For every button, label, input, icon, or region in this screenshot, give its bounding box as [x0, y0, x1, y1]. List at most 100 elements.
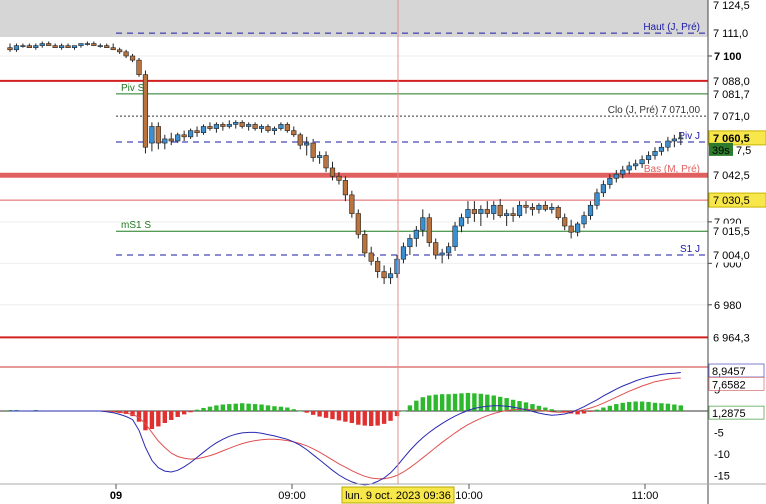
price-axis-label: 6 980	[714, 300, 742, 312]
candle-body	[71, 45, 78, 48]
macd-histogram-bar	[627, 401, 632, 411]
candle-body	[497, 204, 503, 216]
candle-body	[284, 124, 290, 131]
candle-body	[142, 74, 149, 148]
macd-histogram-bar	[265, 405, 271, 411]
macd-histogram-bar	[407, 405, 413, 411]
price-tag-value: 7 042,5	[713, 170, 750, 182]
candle-body	[149, 126, 155, 144]
macd-histogram-bar	[143, 410, 148, 431]
price-tag: 7 015,5	[708, 223, 766, 239]
macd-histogram-bar	[246, 403, 251, 411]
macd-histogram-bar	[175, 410, 180, 417]
reference-line-label: Piv J	[678, 131, 700, 142]
candle-body	[458, 217, 465, 227]
candle-body	[433, 242, 439, 256]
macd-histogram-bar	[381, 410, 387, 424]
candle-body	[316, 155, 323, 158]
macd-histogram-bar	[201, 407, 206, 411]
time-axis-label: 09	[110, 490, 122, 502]
macd-histogram-bar	[343, 410, 348, 422]
price-tag-value: 7 015,5	[713, 226, 750, 238]
macd-histogram-bar	[401, 410, 406, 412]
macd-histogram-bar	[620, 402, 625, 411]
candle-body	[523, 204, 529, 208]
macd-histogram-bar	[304, 410, 309, 413]
candle-body	[175, 134, 181, 142]
macd-histogram-bar	[336, 410, 342, 421]
candle-body	[620, 169, 626, 175]
macd-histogram-bar	[394, 410, 400, 417]
macd-axis-label: -10	[714, 449, 730, 461]
macd-histogram-bar	[375, 410, 380, 426]
candle-body	[613, 173, 619, 179]
candle-body	[20, 45, 26, 47]
candle-body	[658, 146, 665, 152]
candle-body	[349, 194, 355, 214]
macd-histogram-bar	[214, 405, 219, 411]
candle-body	[671, 138, 677, 142]
macd-histogram-bar	[556, 410, 561, 412]
price-tag: 7 124,5	[708, 0, 766, 13]
candle-body	[542, 204, 548, 210]
price-chart[interactable]: Haut (J, Pré) Piv S Clo (J, Pré) 7 071,00 P…	[0, 0, 766, 504]
candle-body	[33, 45, 39, 48]
candle-body	[246, 124, 252, 127]
time-axis-label: 09:00	[278, 490, 306, 502]
macd-histogram-bar	[652, 402, 658, 411]
crosshair-time-label: lun. 9 oct. 2023 09:36	[345, 490, 451, 502]
macd-histogram-bar	[233, 403, 238, 411]
reference-line-label: Clo (J, Pré) 7 071,00	[608, 105, 701, 116]
candle-body	[7, 47, 13, 51]
candle-body	[549, 207, 555, 210]
candle-body	[58, 45, 65, 48]
macd-axis-label: -5	[714, 427, 724, 439]
macd-histogram-bar	[465, 392, 471, 411]
candle-body	[407, 238, 413, 248]
macd-histogram-bar	[659, 403, 664, 411]
macd-histogram-bar	[227, 404, 232, 411]
price-tag-value: 7 088,0	[713, 76, 750, 88]
prior-day-shaded-zone	[0, 0, 708, 37]
candle-body	[239, 122, 245, 127]
candle-body	[639, 159, 645, 165]
candle-body	[368, 252, 374, 262]
macd-histogram-bar	[259, 404, 264, 411]
macd-histogram-bar	[323, 410, 329, 418]
candle-body	[97, 45, 103, 47]
candle-body	[304, 142, 310, 146]
candle-body	[387, 273, 394, 279]
macd-histogram-bar	[298, 410, 303, 412]
countdown-text: 39s	[712, 145, 730, 157]
candle-body	[39, 43, 45, 46]
price-tag-value: 7 071,0	[713, 111, 750, 123]
candle-body	[226, 124, 232, 127]
macd-histogram-bar	[291, 409, 296, 411]
candle-body	[323, 155, 329, 169]
macd-histogram-bar	[478, 393, 484, 411]
candle-body	[278, 124, 284, 129]
candle-body	[336, 175, 342, 181]
macd-histogram-bar	[633, 401, 638, 411]
price-tag-value: 6 964,3	[713, 332, 750, 344]
candle-body	[587, 204, 594, 216]
macd-histogram-bar	[594, 409, 600, 411]
price-tag: 7 030,5	[708, 192, 766, 208]
macd-histogram-bar	[614, 404, 619, 411]
macd-histogram-bar	[349, 410, 355, 423]
price-tag: 7 088,0	[708, 73, 766, 89]
macd-histogram-bar	[278, 406, 284, 411]
candle-body	[452, 225, 458, 248]
macd-histogram-bar	[317, 410, 322, 417]
candle-body	[194, 130, 200, 134]
candle-body	[607, 178, 613, 185]
macd-value-label: 7,6582	[712, 379, 746, 391]
candle-body	[46, 43, 52, 46]
candle-body	[168, 138, 174, 142]
macd-histogram-bar	[581, 410, 587, 414]
candle-body	[678, 137, 684, 140]
macd-histogram-bar	[330, 410, 335, 420]
price-tag: 7 004,0	[708, 247, 766, 263]
candle-body	[375, 260, 381, 272]
macd-histogram-bar	[446, 394, 451, 411]
